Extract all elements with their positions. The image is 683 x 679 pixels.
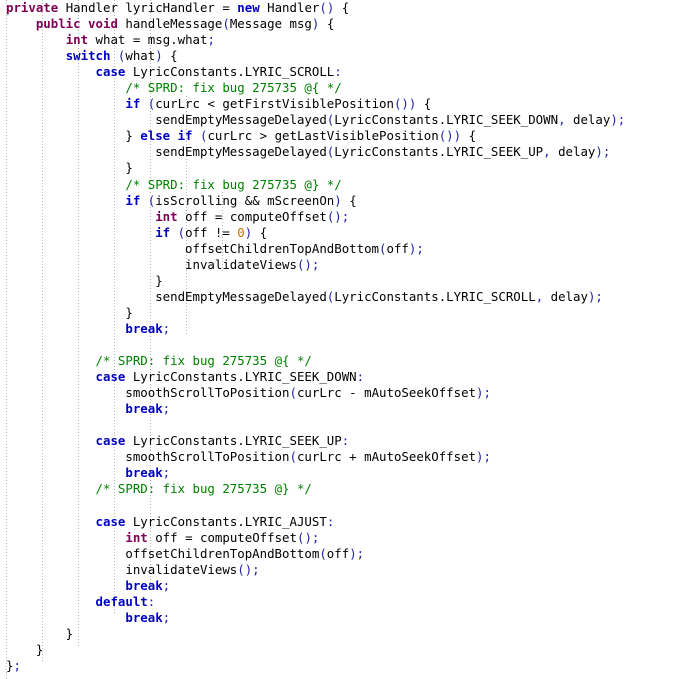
code-line[interactable]: break;	[0, 321, 683, 337]
code-line[interactable]: }	[0, 160, 683, 176]
code-line[interactable]	[0, 417, 683, 433]
code-line[interactable]: break;	[0, 610, 683, 626]
source-code[interactable]: private Handler lyricHandler = new Handl…	[0, 0, 683, 674]
code-line[interactable]: if (curLrc < getFirstVisiblePosition()) …	[0, 96, 683, 112]
code-line[interactable]: smoothScrollToPosition(curLrc + mAutoSee…	[0, 449, 683, 465]
code-line[interactable]: if (off != 0) {	[0, 225, 683, 241]
code-line[interactable]: }	[0, 642, 683, 658]
code-line[interactable]: sendEmptyMessageDelayed(LyricConstants.L…	[0, 112, 683, 128]
code-line[interactable]: smoothScrollToPosition(curLrc - mAutoSee…	[0, 385, 683, 401]
code-line[interactable]: if (isScrolling && mScreenOn) {	[0, 193, 683, 209]
code-line[interactable]	[0, 497, 683, 513]
code-line[interactable]: case LyricConstants.LYRIC_AJUST:	[0, 514, 683, 530]
code-line[interactable]: int what = msg.what;	[0, 32, 683, 48]
code-line[interactable]: case LyricConstants.LYRIC_SCROLL:	[0, 64, 683, 80]
code-line[interactable]: }	[0, 626, 683, 642]
code-line[interactable]: offsetChildrenTopAndBottom(off);	[0, 241, 683, 257]
code-editor[interactable]: private Handler lyricHandler = new Handl…	[0, 0, 683, 679]
code-line[interactable]: case LyricConstants.LYRIC_SEEK_DOWN:	[0, 369, 683, 385]
code-line[interactable]: int off = computeOffset();	[0, 209, 683, 225]
code-line[interactable]: case LyricConstants.LYRIC_SEEK_UP:	[0, 433, 683, 449]
code-line[interactable]: sendEmptyMessageDelayed(LyricConstants.L…	[0, 289, 683, 305]
code-line[interactable]: /* SPRD: fix bug 275735 @{ */	[0, 353, 683, 369]
code-line[interactable]: }	[0, 305, 683, 321]
code-line[interactable]: invalidateViews();	[0, 562, 683, 578]
code-line[interactable]: default:	[0, 594, 683, 610]
code-line[interactable]: offsetChildrenTopAndBottom(off);	[0, 546, 683, 562]
code-line[interactable]: break;	[0, 578, 683, 594]
code-line[interactable]: }	[0, 273, 683, 289]
code-line[interactable]: /* SPRD: fix bug 275735 @{ */	[0, 80, 683, 96]
code-line[interactable]: private Handler lyricHandler = new Handl…	[0, 0, 683, 16]
code-line[interactable]: invalidateViews();	[0, 257, 683, 273]
code-line[interactable]: break;	[0, 465, 683, 481]
code-line[interactable]: switch (what) {	[0, 48, 683, 64]
code-line[interactable]: break;	[0, 401, 683, 417]
code-line[interactable]: /* SPRD: fix bug 275735 @} */	[0, 481, 683, 497]
code-line[interactable]: int off = computeOffset();	[0, 530, 683, 546]
code-line[interactable]	[0, 337, 683, 353]
code-line[interactable]: public void handleMessage(Message msg) {	[0, 16, 683, 32]
code-line[interactable]: } else if (curLrc > getLastVisiblePositi…	[0, 128, 683, 144]
code-line[interactable]: sendEmptyMessageDelayed(LyricConstants.L…	[0, 144, 683, 160]
code-line[interactable]: /* SPRD: fix bug 275735 @} */	[0, 177, 683, 193]
code-line[interactable]: };	[0, 658, 683, 674]
